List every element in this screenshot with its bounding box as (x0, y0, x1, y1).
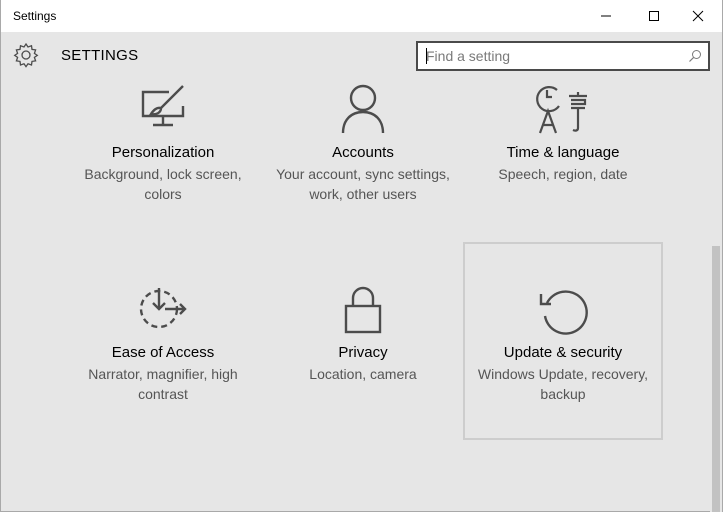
category-description: Windows Update, recovery, backup (477, 366, 649, 402)
category-name: Time & language (506, 144, 620, 161)
category-name: Accounts (332, 144, 394, 161)
refresh-icon (539, 290, 588, 335)
category-name: Ease of Access (111, 344, 215, 361)
category-ease-of-access[interactable]: Ease of Access Narrator, magnifier, high… (63, 242, 263, 440)
category-description: Background, lock screen, colors (84, 166, 242, 202)
maximize-icon (649, 11, 659, 21)
vertical-scrollbar[interactable] (710, 80, 722, 512)
category-time-language[interactable]: Time & language Speech, region, date (463, 44, 663, 242)
title-bar[interactable]: Settings (1, 0, 722, 32)
category-name: Personalization (111, 144, 215, 161)
time-language-icon (536, 86, 587, 134)
category-description: Speech, region, date (498, 166, 628, 182)
ease-of-access-icon (139, 288, 187, 329)
category-description: Narrator, magnifier, high contrast (88, 366, 238, 402)
category-personalization[interactable]: Personalization Background, lock screen,… (63, 44, 263, 242)
minimize-icon (601, 15, 611, 17)
maximize-button[interactable] (631, 0, 677, 32)
category-description: Your account, sync settings, work, other… (276, 166, 450, 202)
category-update-security[interactable]: Update & security Windows Update, recove… (463, 242, 663, 440)
search-icon[interactable] (688, 49, 702, 63)
minimize-button[interactable] (583, 0, 629, 32)
category-name: Privacy (338, 344, 388, 361)
category-name: Update & security (503, 344, 623, 361)
category-description: Location, camera (309, 366, 417, 382)
category-accounts[interactable]: Accounts Your account, sync settings, wo… (263, 44, 463, 242)
window-title: Settings (13, 9, 57, 23)
scrollbar-thumb[interactable] (712, 246, 720, 512)
lock-icon (344, 286, 382, 334)
person-icon (341, 84, 385, 134)
personalization-icon (141, 85, 185, 127)
close-button[interactable] (675, 0, 721, 32)
category-privacy[interactable]: Privacy Location, camera (263, 242, 463, 440)
gear-icon (13, 42, 39, 68)
close-icon (692, 10, 704, 22)
settings-window: Settings SETTINGS Find a setting Persona… (0, 0, 723, 512)
